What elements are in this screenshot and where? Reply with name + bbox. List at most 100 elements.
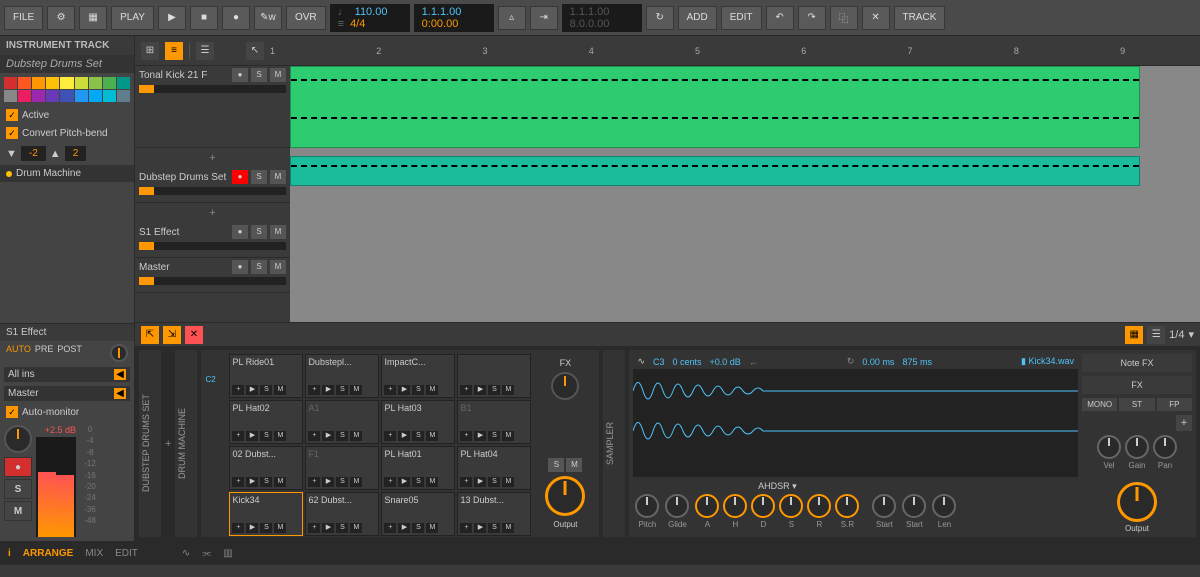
input-dropdown[interactable]: All ins ◀: [4, 367, 130, 382]
drum-pad[interactable]: Snare05 + ▶ S M: [381, 492, 455, 536]
start-knob[interactable]: [872, 494, 896, 518]
solo-button[interactable]: S: [548, 458, 564, 472]
mute-button[interactable]: M: [274, 523, 286, 533]
drum-pad[interactable]: 13 Dubst... + ▶ S M: [457, 492, 531, 536]
pitch-down-value[interactable]: -2: [21, 146, 46, 161]
color-swatch[interactable]: [32, 77, 45, 89]
record-arm-button[interactable]: ●: [232, 170, 248, 184]
track-button[interactable]: TRACK: [894, 6, 946, 30]
mute-button[interactable]: M: [502, 385, 514, 395]
color-swatch[interactable]: [60, 77, 73, 89]
add-button[interactable]: ADD: [678, 6, 717, 30]
drum-pad[interactable]: PL Hat04 + ▶ S M: [457, 446, 531, 490]
mute-button[interactable]: M: [502, 431, 514, 441]
volume-slider[interactable]: [139, 242, 286, 250]
drum-pad[interactable]: Kick34 + ▶ S M: [229, 492, 303, 536]
color-swatch[interactable]: [60, 90, 73, 102]
collapse-icon[interactable]: ⇲: [163, 326, 181, 344]
auto-monitor-row[interactable]: ✓ Auto-monitor: [0, 403, 134, 421]
play-icon[interactable]: ▶: [322, 385, 334, 395]
add-icon[interactable]: +: [308, 431, 320, 441]
mix-tab[interactable]: MIX: [85, 548, 103, 559]
drum-pad[interactable]: Dubstepl... + ▶ S M: [305, 354, 379, 398]
drum-pad[interactable]: ImpactC... + ▶ S M: [381, 354, 455, 398]
gain-value[interactable]: +0.0 dB: [710, 357, 741, 367]
sample-file[interactable]: ▮ Kick34.wav: [1021, 356, 1074, 367]
add-icon[interactable]: +: [308, 477, 320, 487]
record-arm-button[interactable]: ●: [232, 260, 248, 274]
track-header[interactable]: Tonal Kick 21 F ● S M: [135, 66, 290, 148]
play-icon[interactable]: ▶: [474, 477, 486, 487]
add-icon[interactable]: +: [384, 431, 396, 441]
play-icon[interactable]: ▶: [246, 385, 258, 395]
waveform-icon[interactable]: ∿: [637, 356, 645, 367]
pitch-knob[interactable]: [635, 494, 659, 518]
volume-slider[interactable]: [139, 187, 286, 195]
mute-button[interactable]: M: [350, 385, 362, 395]
solo-button[interactable]: S: [412, 431, 424, 441]
note-fx-slot[interactable]: Note FX: [1082, 354, 1192, 372]
add-icon[interactable]: +: [308, 523, 320, 533]
waveform-display[interactable]: [633, 369, 1078, 477]
pan-knob[interactable]: [1153, 435, 1177, 459]
color-swatch[interactable]: [103, 90, 116, 102]
color-swatch[interactable]: [18, 77, 31, 89]
A-knob[interactable]: [695, 494, 719, 518]
mode-button[interactable]: ST: [1119, 398, 1154, 411]
drum-pad[interactable]: + ▶ S M: [457, 354, 531, 398]
drum-pad[interactable]: PL Hat02 + ▶ S M: [229, 400, 303, 444]
solo-button[interactable]: S: [4, 479, 32, 499]
play-icon[interactable]: ▶: [322, 477, 334, 487]
punch-in-icon[interactable]: ⇥: [530, 6, 558, 30]
add-icon[interactable]: +: [460, 431, 472, 441]
S-knob[interactable]: [779, 494, 803, 518]
D-knob[interactable]: [751, 494, 775, 518]
len-knob[interactable]: [932, 494, 956, 518]
track-header[interactable]: Master ● S M: [135, 258, 290, 293]
add-icon[interactable]: +: [384, 385, 396, 395]
settings-icon[interactable]: ⚙: [47, 6, 75, 30]
solo-button[interactable]: S: [260, 477, 272, 487]
pointer-tool-icon[interactable]: ↖: [246, 42, 264, 60]
file-menu[interactable]: FILE: [4, 6, 43, 30]
caret-down-icon[interactable]: ▾: [1188, 328, 1194, 341]
solo-button[interactable]: S: [488, 523, 500, 533]
lanes-icon[interactable]: ≡: [165, 42, 183, 60]
vel-knob[interactable]: [1097, 435, 1121, 459]
mute-button[interactable]: M: [426, 431, 438, 441]
caret-down-icon[interactable]: ▼: [6, 148, 17, 160]
color-swatch[interactable]: [89, 90, 102, 102]
color-swatch[interactable]: [117, 77, 130, 89]
color-swatch[interactable]: [4, 77, 17, 89]
play-icon[interactable]: ▶: [322, 523, 334, 533]
solo-button[interactable]: S: [336, 431, 348, 441]
output-knob[interactable]: [545, 476, 585, 516]
mute-button[interactable]: M: [270, 68, 286, 82]
mute-button[interactable]: M: [350, 431, 362, 441]
record-icon[interactable]: ●: [222, 6, 250, 30]
grid-icon[interactable]: ⊞: [141, 42, 159, 60]
drum-pad[interactable]: 62 Dubst... + ▶ S M: [305, 492, 379, 536]
solo-button[interactable]: S: [260, 431, 272, 441]
play-icon[interactable]: ▶: [322, 431, 334, 441]
mute-button[interactable]: M: [426, 385, 438, 395]
solo-button[interactable]: S: [488, 477, 500, 487]
level-meter[interactable]: [36, 437, 76, 537]
add-icon[interactable]: +: [232, 431, 244, 441]
H-knob[interactable]: [723, 494, 747, 518]
mute-button[interactable]: M: [566, 458, 582, 472]
add-track-icon[interactable]: +: [135, 148, 290, 168]
mute-button[interactable]: M: [426, 477, 438, 487]
mute-button[interactable]: M: [4, 501, 32, 521]
add-icon[interactable]: +: [1176, 415, 1192, 431]
solo-button[interactable]: S: [260, 523, 272, 533]
add-icon[interactable]: +: [232, 477, 244, 487]
glide-knob[interactable]: [665, 494, 689, 518]
add-icon[interactable]: +: [460, 523, 472, 533]
zoom-label[interactable]: 1/4: [1169, 329, 1184, 341]
color-swatch[interactable]: [103, 77, 116, 89]
mute-button[interactable]: M: [426, 523, 438, 533]
solo-button[interactable]: S: [412, 477, 424, 487]
mode-button[interactable]: MONO: [1082, 398, 1117, 411]
midi-clip[interactable]: [290, 66, 1140, 148]
